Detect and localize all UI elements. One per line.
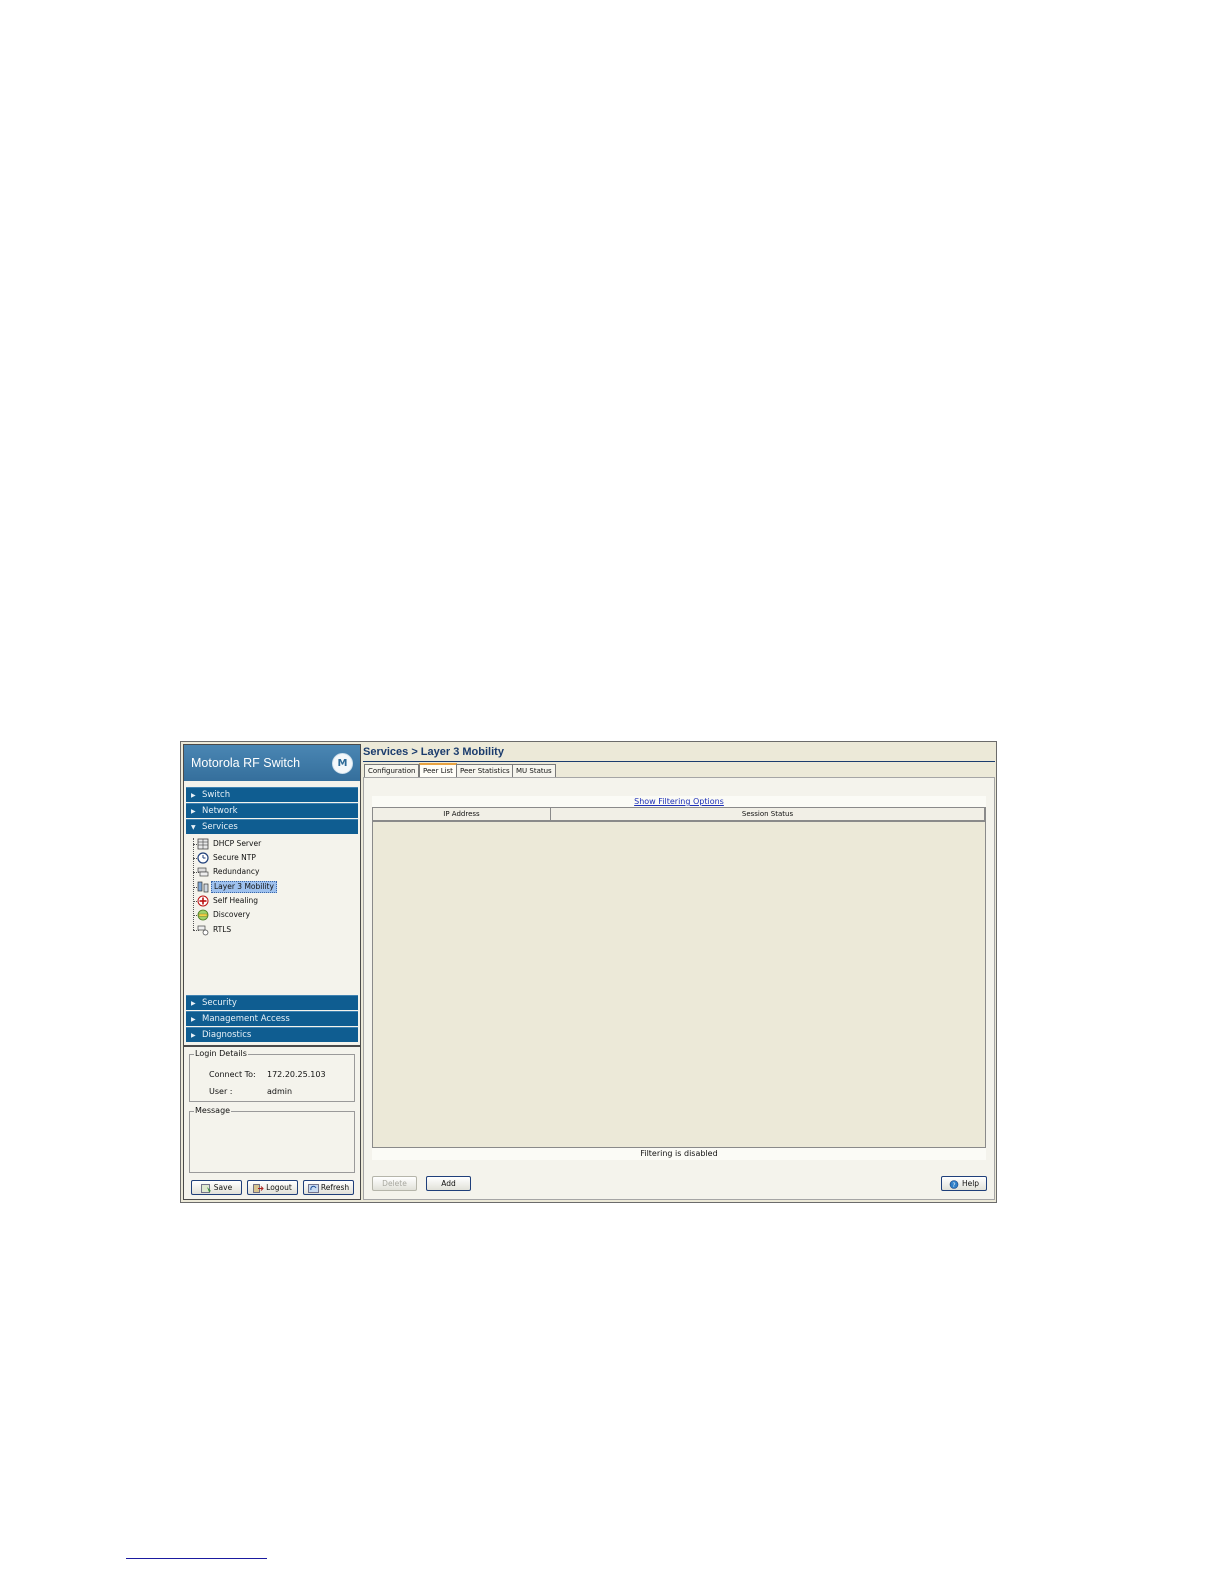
user-value: admin — [267, 1087, 293, 1096]
tab-configuration[interactable]: Configuration — [364, 764, 420, 777]
login-details-legend: Login Details — [194, 1049, 248, 1058]
user-label: User : — [209, 1087, 233, 1096]
server-icon — [197, 838, 209, 850]
nav-label: Security — [202, 998, 237, 1008]
rtls-icon — [197, 925, 209, 936]
peer-list-table: IP Address Session Status — [372, 807, 986, 1148]
tab-mu-status[interactable]: MU Status — [512, 764, 556, 777]
nav-switch[interactable]: ▶ Switch — [186, 787, 358, 802]
app-window: Motorola RF Switch M ▶ Switch ▶ Network … — [180, 741, 997, 1203]
connect-to-value: 172.20.25.103 — [267, 1070, 326, 1079]
chevron-right-icon: ▶ — [191, 1000, 196, 1007]
peer-list-content: Show Filtering Options IP Address Sessio… — [363, 777, 995, 1200]
nav-label: Management Access — [202, 1014, 290, 1024]
save-button[interactable]: Save — [191, 1180, 242, 1195]
logout-icon — [253, 1183, 264, 1193]
filter-status: Filtering is disabled — [372, 1148, 986, 1160]
title-divider — [363, 761, 995, 762]
self-healing-icon — [197, 895, 209, 907]
clock-icon — [197, 852, 209, 864]
nav-label: Services — [202, 822, 238, 832]
nav-diagnostics[interactable]: ▶ Diagnostics — [186, 1027, 358, 1042]
tree-label: Layer 3 Mobility — [211, 881, 277, 893]
page-footnote-rule — [126, 1558, 267, 1559]
tree-label: Secure NTP — [213, 853, 256, 862]
tree-label: RTLS — [213, 925, 232, 934]
nav-management-access[interactable]: ▶ Management Access — [186, 1011, 358, 1026]
tab-peer-statistics[interactable]: Peer Statistics — [456, 764, 514, 777]
nav-label: Switch — [202, 790, 231, 800]
tab-peer-list[interactable]: Peer List — [419, 763, 457, 777]
show-filtering-options-link[interactable]: Show Filtering Options — [372, 796, 986, 807]
chevron-down-icon: ▼ — [191, 824, 196, 831]
brand-header: Motorola RF Switch M — [184, 745, 360, 781]
page-title: Services > Layer 3 Mobility — [363, 746, 504, 758]
tree-label: Self Healing — [213, 896, 259, 905]
brand-title: Motorola RF Switch — [191, 756, 301, 770]
tree-label: DHCP Server — [213, 839, 262, 848]
chevron-right-icon: ▶ — [191, 1032, 196, 1039]
nav-services[interactable]: ▼ Services — [186, 819, 358, 834]
chevron-right-icon: ▶ — [191, 792, 196, 799]
help-icon: ? — [949, 1179, 959, 1189]
motorola-logo-icon: M — [332, 753, 353, 774]
chevron-right-icon: ▶ — [191, 1016, 196, 1023]
help-label: Help — [961, 1179, 980, 1188]
refresh-label: Refresh — [320, 1183, 350, 1192]
message-group: Message — [189, 1106, 355, 1173]
svg-text:?: ? — [952, 1182, 955, 1189]
column-header-session-status[interactable]: Session Status — [551, 808, 985, 822]
redundancy-icon — [197, 867, 209, 877]
connect-to-label: Connect To: — [209, 1070, 256, 1079]
tree-label: Discovery — [213, 910, 251, 919]
nav-security[interactable]: ▶ Security — [186, 995, 358, 1010]
save-icon — [200, 1183, 211, 1193]
tree-label: Redundancy — [213, 867, 260, 876]
login-details-group: Login Details Connect To: 172.20.25.103 … — [189, 1049, 355, 1102]
tree-connector — [193, 838, 194, 930]
discovery-icon — [197, 909, 209, 921]
chevron-right-icon: ▶ — [191, 808, 196, 815]
logout-label: Logout — [266, 1183, 292, 1192]
mobile-device-icon — [197, 881, 209, 893]
save-label: Save — [213, 1183, 233, 1192]
add-button[interactable]: Add — [426, 1176, 471, 1191]
nav-label: Network — [202, 806, 238, 816]
refresh-button[interactable]: Refresh — [303, 1180, 354, 1195]
message-legend: Message — [194, 1106, 232, 1115]
logout-button[interactable]: Logout — [247, 1180, 298, 1195]
main-panel: Services > Layer 3 Mobility Configuratio… — [363, 744, 995, 1200]
nav-label: Diagnostics — [202, 1030, 252, 1040]
help-button[interactable]: ? Help — [941, 1176, 987, 1191]
column-header-ip-address[interactable]: IP Address — [373, 808, 551, 822]
panel-divider — [184, 1045, 360, 1047]
nav-network[interactable]: ▶ Network — [186, 803, 358, 818]
left-panel: Motorola RF Switch M ▶ Switch ▶ Network … — [183, 744, 361, 1200]
refresh-icon — [307, 1183, 319, 1193]
delete-button[interactable]: Delete — [372, 1176, 417, 1191]
